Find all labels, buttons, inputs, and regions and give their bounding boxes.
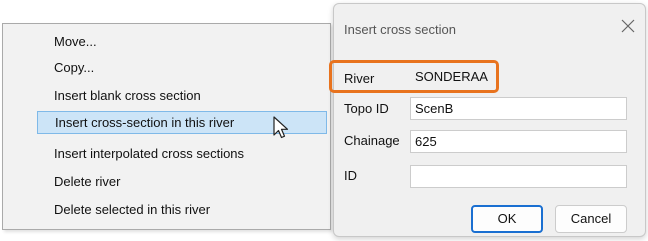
topo-id-field[interactable]: ScenB [410,97,627,120]
id-label: ID [344,168,357,183]
id-field[interactable] [410,165,627,188]
menu-item-copy[interactable]: Copy... [36,56,94,79]
insert-cross-section-dialog: Insert cross section River SONDERAA Topo… [333,3,646,237]
river-callout-highlight [329,60,499,93]
chainage-field[interactable]: 625 [410,130,627,153]
ok-button[interactable]: OK [471,205,543,233]
dialog-title: Insert cross section [344,22,456,37]
menu-item-delete-selected-in-river[interactable]: Delete selected in this river [36,198,210,221]
cancel-button[interactable]: Cancel [555,205,627,233]
topo-id-label: Topo ID [344,101,389,116]
menu-item-move[interactable]: Move... [36,30,97,53]
menu-item-insert-interpolated-cross-sections[interactable]: Insert interpolated cross sections [36,142,244,165]
menu-item-delete-river[interactable]: Delete river [36,170,120,193]
chainage-label: Chainage [344,133,400,148]
mouse-pointer-icon [273,116,289,139]
menu-item-insert-blank-cross-section[interactable]: Insert blank cross section [36,84,201,107]
close-icon[interactable] [621,19,635,33]
